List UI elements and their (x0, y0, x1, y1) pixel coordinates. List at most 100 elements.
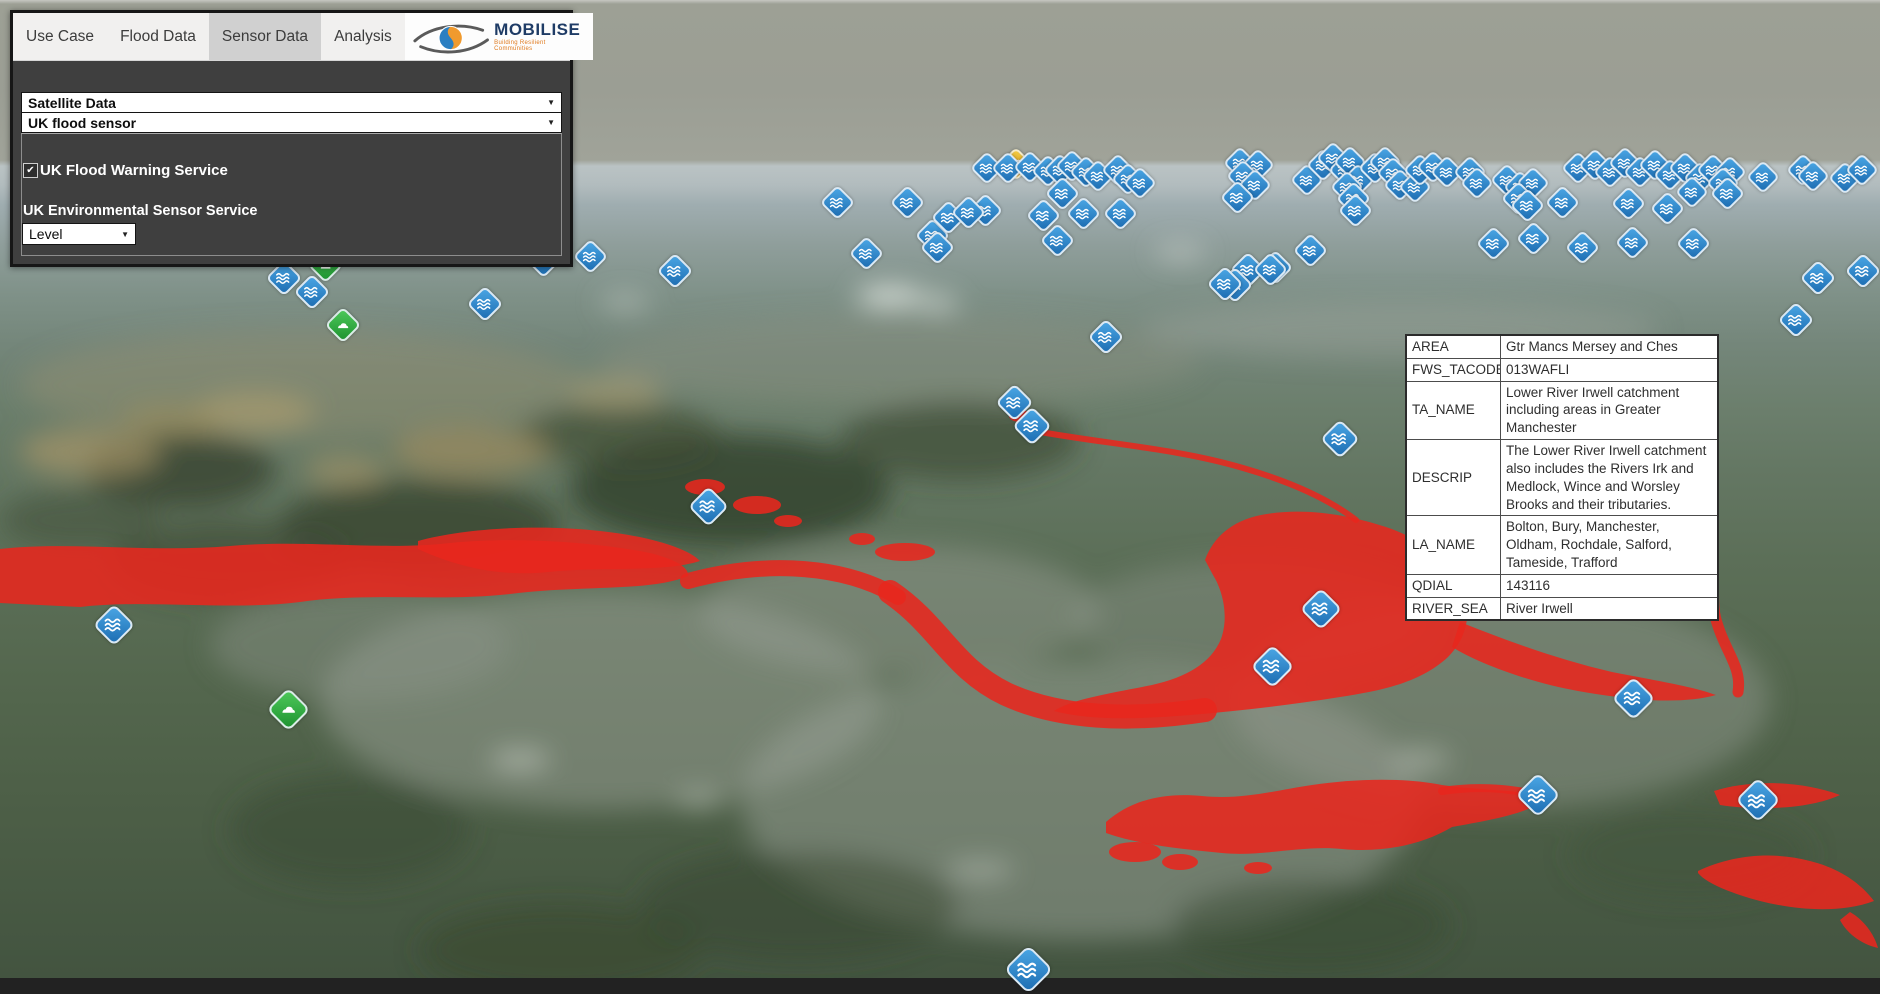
flood-warning-marker[interactable] (848, 235, 883, 270)
brand-tagline: Building Resilient Communities (494, 40, 583, 52)
env-sensor-marker[interactable] (266, 687, 310, 731)
flood-warning-marker[interactable] (1102, 195, 1137, 230)
flood-warning-marker[interactable] (889, 184, 924, 219)
flood-warning-marker[interactable] (1320, 419, 1360, 459)
flood-wave-icon (1684, 184, 1700, 200)
flood-warning-marker[interactable] (1088, 319, 1125, 356)
flood-wave-icon (1622, 687, 1644, 709)
flood-wave-icon (1132, 175, 1148, 191)
flood-warning-marker[interactable] (1515, 220, 1550, 255)
flood-warning-marker[interactable] (657, 253, 694, 290)
tab-sensor-data[interactable]: Sensor Data (209, 13, 321, 60)
flood-warning-marker[interactable] (1300, 588, 1342, 630)
flood-wave-icon (666, 262, 684, 280)
flood-wave-icon (1469, 175, 1485, 191)
flood-wave-icon (1484, 234, 1501, 251)
flood-wave-icon (1111, 204, 1128, 221)
flood-warning-marker[interactable] (1475, 225, 1510, 260)
control-panel: Use CaseFlood DataSensor DataAnalysis MO… (10, 10, 573, 267)
field-value: Bolton, Bury, Manchester, Oldham, Rochda… (1501, 516, 1719, 574)
flood-wave-icon (1301, 241, 1318, 258)
flood-warning-marker[interactable] (819, 184, 854, 219)
field-value: 143116 (1501, 574, 1719, 597)
flood-wave-icon (1809, 269, 1827, 287)
field-value: Gtr Mancs Mersey and Ches (1501, 335, 1719, 358)
flood-warning-checkbox[interactable]: ✔ (23, 163, 38, 178)
flood-wave-icon (959, 203, 976, 220)
flood-warning-marker[interactable] (467, 286, 504, 323)
flood-wave-icon (1623, 233, 1640, 250)
flood-warning-marker[interactable] (1515, 772, 1560, 817)
flood-wave-icon (303, 283, 321, 301)
flood-warning-marker[interactable] (687, 485, 728, 526)
field-value: 013WAFLI (1501, 358, 1719, 381)
sensor-type-select[interactable]: UK flood sensor ▼ (21, 113, 562, 133)
env-sensor-label: UK Environmental Sensor Service (22, 203, 561, 219)
flood-wave-icon (1034, 206, 1051, 223)
flood-warning-marker[interactable] (1845, 253, 1880, 290)
satellite-data-select-value: Satellite Data (28, 95, 116, 111)
flood-warning-marker[interactable] (1675, 225, 1710, 260)
field-key: RIVER_SEA (1406, 597, 1501, 620)
flood-wave-icon (1330, 429, 1350, 449)
flood-wave-icon (1573, 238, 1590, 255)
field-key: DESCRIP (1406, 440, 1501, 516)
flood-wave-icon (1805, 168, 1821, 184)
flood-wave-icon (928, 238, 945, 255)
table-row: LA_NAMEBolton, Bury, Manchester, Oldham,… (1406, 516, 1718, 574)
flood-warning-marker[interactable] (1614, 224, 1649, 259)
flood-warning-marker[interactable] (1746, 160, 1780, 194)
flood-warning-marker[interactable] (1544, 184, 1579, 219)
field-value: Lower River Irwell catchment including a… (1501, 381, 1719, 439)
brand-name: MOBILISE (494, 21, 583, 38)
tab-analysis[interactable]: Analysis (321, 13, 405, 60)
flood-wave-icon (1755, 169, 1771, 185)
flood-warning-marker[interactable] (1610, 185, 1645, 220)
flood-warning-marker[interactable] (572, 238, 607, 273)
flood-warning-marker[interactable] (1735, 777, 1780, 822)
flood-warning-marker[interactable] (1003, 944, 1052, 993)
field-value: River Irwell (1501, 597, 1719, 620)
tab-use-case[interactable]: Use Case (13, 13, 107, 60)
flood-wave-icon (1527, 784, 1550, 807)
flood-warning-label: UK Flood Warning Service (40, 162, 228, 179)
flood-warning-marker[interactable] (1778, 302, 1815, 339)
flood-wave-icon (1553, 193, 1570, 210)
flood-wave-icon (828, 193, 845, 210)
flood-warning-marker[interactable] (1564, 229, 1599, 264)
tab-bar: Use CaseFlood DataSensor DataAnalysis MO… (13, 13, 570, 61)
level-select[interactable]: Level ▼ (22, 223, 136, 245)
flood-wave-icon (1346, 201, 1363, 218)
sensor-type-select-value: UK flood sensor (28, 115, 136, 131)
flood-wave-icon (103, 614, 124, 635)
flood-warning-marker[interactable] (93, 604, 135, 646)
mobilise-eye-icon (411, 17, 490, 57)
dropdown-arrow-icon: ▼ (547, 118, 555, 127)
flood-warning-marker[interactable] (1250, 644, 1294, 688)
table-row: TA_NAMELower River Irwell catchment incl… (1406, 381, 1718, 439)
env-sensor-marker[interactable] (325, 307, 362, 344)
flood-wave-icon (1854, 262, 1872, 280)
flood-wave-icon (1518, 196, 1535, 213)
field-key: TA_NAME (1406, 381, 1501, 439)
flood-wave-icon (1005, 393, 1024, 412)
flood-warning-marker[interactable] (1292, 232, 1327, 267)
sensor-services-box: ✔ UK Flood Warning Service UK Environmen… (21, 133, 562, 256)
flood-warning-marker[interactable] (1800, 260, 1837, 297)
flood-wave-icon (1022, 416, 1042, 436)
flood-wave-icon (1074, 204, 1091, 221)
flood-wave-icon (476, 295, 494, 313)
flood-wave-icon (1097, 328, 1115, 346)
flood-wave-icon (1048, 231, 1065, 248)
table-row: DESCRIPThe Lower River Irwell catchment … (1406, 440, 1718, 516)
flood-wave-icon (1524, 229, 1541, 246)
flood-wave-icon (857, 244, 874, 261)
flood-wave-icon (898, 193, 915, 210)
feature-info-table: AREAGtr Mancs Mersey and ChesFWS_TACODE0… (1405, 334, 1719, 621)
tab-flood-data[interactable]: Flood Data (107, 13, 209, 60)
satellite-data-select[interactable]: Satellite Data ▼ (21, 92, 562, 113)
field-key: FWS_TACODE (1406, 358, 1501, 381)
flood-warning-marker[interactable] (1611, 676, 1655, 720)
table-row: QDIAL143116 (1406, 574, 1718, 597)
field-key: LA_NAME (1406, 516, 1501, 574)
